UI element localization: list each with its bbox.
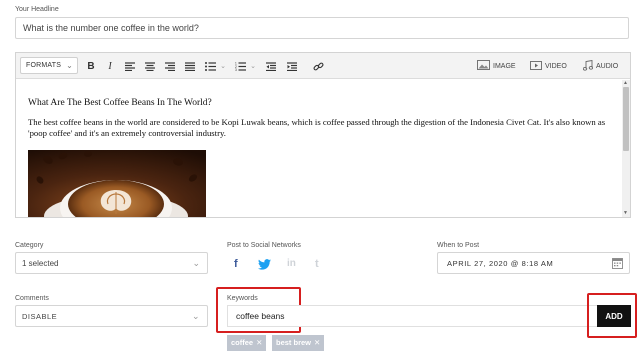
- category-select[interactable]: 1 selected ⌄: [15, 252, 208, 274]
- keyword-tag-label: best brew: [276, 338, 312, 347]
- comments-label: Comments: [15, 295, 49, 302]
- formats-label: FORMATS: [26, 62, 62, 69]
- facebook-icon[interactable]: f: [234, 258, 238, 270]
- close-icon[interactable]: ✕: [256, 338, 262, 347]
- insert-image-button[interactable]: IMAGE: [477, 60, 516, 72]
- image-label: IMAGE: [493, 62, 516, 70]
- linkedin-icon[interactable]: in: [287, 258, 296, 269]
- video-icon: [530, 60, 542, 72]
- insert-video-button[interactable]: VIDEO: [530, 60, 567, 72]
- content-heading: What Are The Best Coffee Beans In The Wo…: [28, 98, 212, 108]
- audio-label: AUDIO: [596, 63, 619, 70]
- chevron-down-icon[interactable]: ⌄: [248, 58, 258, 74]
- keyword-tag-label: coffee: [231, 338, 254, 347]
- when-label: When to Post: [437, 242, 480, 249]
- chevron-down-icon: ⌄: [66, 61, 73, 70]
- category-label: Category: [15, 242, 44, 249]
- editor-toolbar: FORMATS ⌄ B I ⌄ 123 ⌄ IMAGE VIDEO AUDIO: [16, 53, 630, 79]
- align-right-icon[interactable]: [164, 58, 176, 74]
- image-icon: [477, 60, 490, 72]
- align-center-icon[interactable]: [144, 58, 156, 74]
- social-label: Post to Social Networks: [227, 242, 301, 249]
- post-date-value: APRIL 27, 2020 @ 8:18 AM: [447, 259, 554, 268]
- chevron-down-icon[interactable]: ⌄: [218, 58, 228, 74]
- chevron-down-icon: ⌄: [192, 258, 200, 268]
- headline-label: Your Headline: [15, 6, 59, 13]
- scrollbar-thumb[interactable]: [623, 87, 629, 151]
- bullet-list-icon[interactable]: [204, 58, 216, 74]
- comments-value: DISABLE: [22, 312, 58, 321]
- music-icon: [582, 59, 594, 73]
- tumblr-icon[interactable]: t: [315, 258, 319, 270]
- insert-audio-button[interactable]: AUDIO: [582, 59, 619, 73]
- close-icon[interactable]: ✕: [314, 338, 320, 347]
- editor-scrollbar[interactable]: ▲ ▼: [622, 80, 630, 217]
- scroll-up-icon[interactable]: ▲: [623, 80, 628, 86]
- headline-input[interactable]: What is the number one coffee in the wor…: [15, 17, 629, 39]
- numbered-list-icon[interactable]: 123: [234, 58, 246, 74]
- italic-icon[interactable]: I: [104, 58, 116, 74]
- keywords-label: Keywords: [227, 295, 258, 302]
- keyword-tag: best brew ✕: [272, 335, 325, 351]
- twitter-icon[interactable]: [258, 259, 271, 273]
- bold-icon[interactable]: B: [85, 58, 97, 74]
- svg-text:3: 3: [235, 68, 237, 71]
- link-icon[interactable]: [312, 58, 324, 74]
- outdent-icon[interactable]: [265, 58, 277, 74]
- align-justify-icon[interactable]: [184, 58, 196, 74]
- add-keyword-button[interactable]: ADD: [597, 305, 631, 327]
- calendar-icon[interactable]: [612, 257, 623, 271]
- coffee-image: [28, 150, 206, 217]
- editor-content[interactable]: What Are The Best Coffee Beans In The Wo…: [28, 98, 620, 139]
- formats-dropdown[interactable]: FORMATS ⌄: [20, 57, 78, 74]
- rich-text-editor[interactable]: FORMATS ⌄ B I ⌄ 123 ⌄ IMAGE VIDEO AUDIO …: [15, 52, 631, 218]
- keywords-input[interactable]: coffee beans: [227, 305, 601, 327]
- video-label: VIDEO: [545, 62, 567, 70]
- align-left-icon[interactable]: [124, 58, 136, 74]
- category-value: 1 selected: [22, 259, 59, 268]
- indent-icon[interactable]: [286, 58, 298, 74]
- chevron-down-icon: ⌄: [191, 311, 200, 321]
- keyword-tag: coffee ✕: [227, 335, 267, 351]
- scroll-down-icon[interactable]: ▼: [623, 210, 628, 216]
- content-paragraph: The best coffee beans in the world are c…: [28, 117, 606, 138]
- comments-select[interactable]: DISABLE ⌄: [15, 305, 208, 327]
- post-date-field[interactable]: APRIL 27, 2020 @ 8:18 AM: [437, 252, 630, 274]
